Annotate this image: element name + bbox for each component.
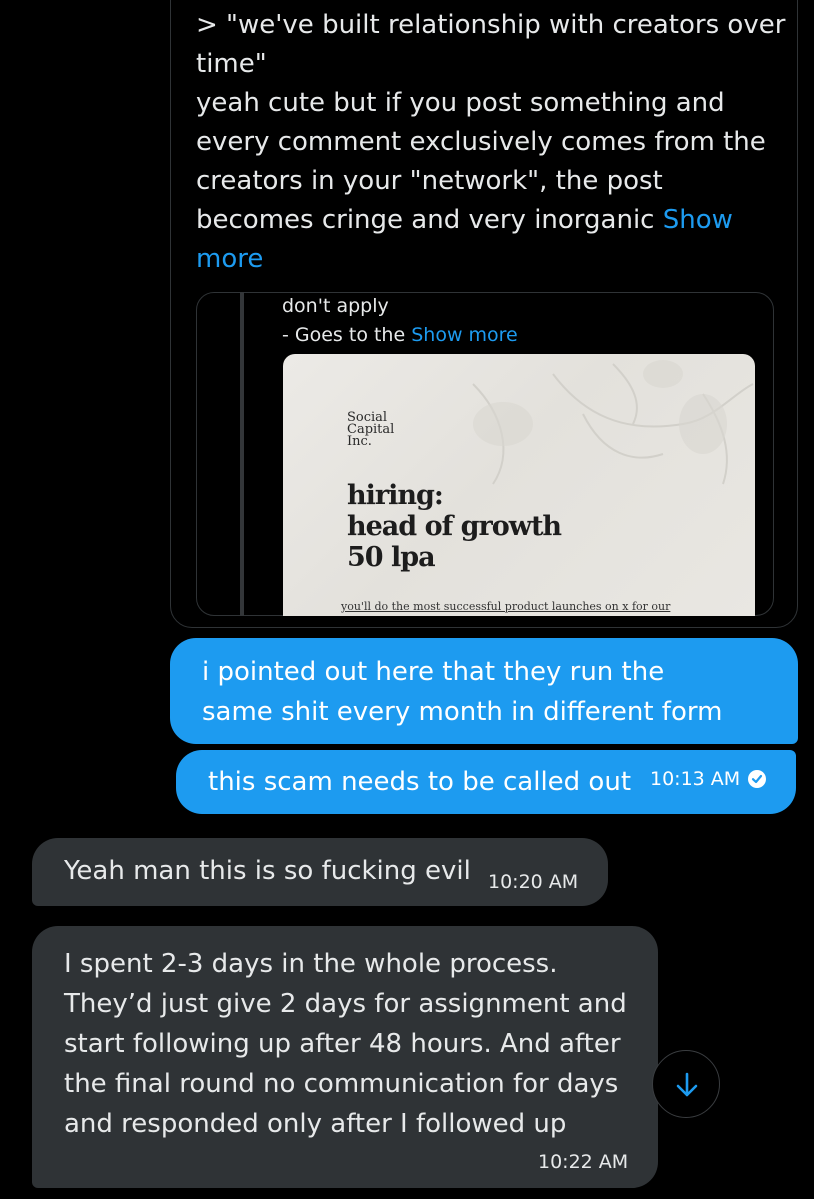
thread-line (240, 292, 244, 616)
message-text: i pointed out here that they run the sam… (202, 657, 723, 727)
poster-headline-line: hiring: (347, 480, 444, 511)
received-message-2[interactable]: I spent 2-3 days in the whole process. T… (32, 926, 658, 1188)
quoted-show-more-link[interactable]: Show more (411, 324, 518, 346)
message-line: and responded only after I followed up (64, 1109, 567, 1139)
arrow-down-icon (676, 1072, 698, 1097)
sent-message-1[interactable]: i pointed out here that they run the sam… (170, 638, 798, 744)
shared-post-line-1: > "we've built relationship with creator… (196, 10, 786, 79)
message-line: I spent 2-3 days in the whole process. (64, 949, 558, 979)
poster-footer: you'll do the most successful product la… (341, 600, 671, 613)
quoted-post-text: don't apply - Goes to the Show more (282, 292, 762, 350)
shared-post-line-2: yeah cute but if you post something and … (196, 84, 786, 279)
poster-headline-line: head of growth (347, 511, 562, 542)
quoted-line-2: - Goes to the Show more (282, 321, 762, 350)
received-message-1[interactable]: Yeah man this is so fucking evil 10:20 A… (32, 838, 608, 906)
message-line: the final round no communication for day… (64, 1069, 619, 1099)
message-timestamp: 10:13 AM (650, 768, 741, 790)
hiring-poster-image[interactable]: Social Capital Inc. hiring: head of grow… (283, 354, 755, 616)
message-text: Yeah man this is so fucking evil (64, 856, 471, 886)
poster-headline: hiring: head of growth 50 lpa (347, 480, 562, 573)
quoted-line-2-text: - Goes to the (282, 324, 406, 346)
message-timestamp: 10:22 AM (538, 1151, 629, 1173)
message-text: this scam needs to be called out (208, 767, 632, 797)
quoted-line-1: don't apply (282, 295, 389, 317)
sent-message-2[interactable]: this scam needs to be called out 10:13 A… (176, 750, 796, 814)
poster-logo: Social Capital Inc. (347, 411, 394, 449)
poster-headline-line: 50 lpa (347, 542, 436, 573)
message-timestamp: 10:20 AM (488, 871, 579, 893)
message-line: start following up after 48 hours. And a… (64, 1029, 621, 1059)
scroll-to-bottom-button[interactable] (652, 1050, 720, 1118)
message-line: They’d just give 2 days for assignment a… (64, 989, 627, 1019)
shared-post-text: > "we've built relationship with creator… (196, 6, 786, 279)
check-circle-icon (748, 770, 766, 788)
poster-logo-line: Inc. (347, 434, 372, 449)
